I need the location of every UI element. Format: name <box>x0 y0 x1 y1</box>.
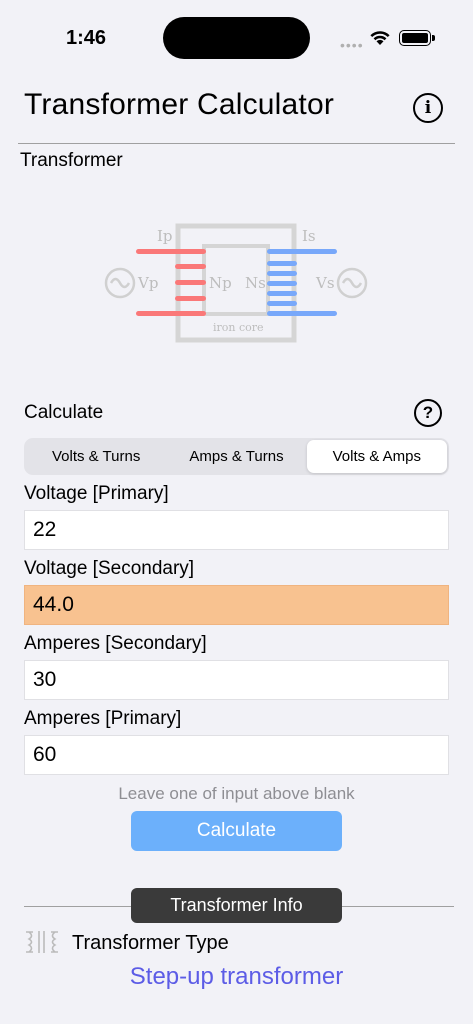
label-ns: Ns <box>245 274 266 292</box>
wifi-icon <box>370 31 390 45</box>
voltage-primary-field[interactable]: 22 <box>24 510 449 550</box>
tab-amps-turns[interactable]: Amps & Turns <box>166 440 306 473</box>
calculate-section-label: Calculate <box>24 402 104 423</box>
transformer-diagram: Ip Is Vp Vs Np Ns iron core <box>104 223 368 343</box>
secondary-coil-3 <box>267 281 297 286</box>
dynamic-island <box>163 17 310 59</box>
cellular-signal-icon: •••• <box>340 37 364 53</box>
transformer-section-title: Transformer <box>20 150 123 171</box>
battery-tip <box>432 35 435 41</box>
label-ip: Ip <box>157 227 173 245</box>
voltage-primary-label: Voltage [Primary] <box>24 483 169 504</box>
tab-volts-amps[interactable]: Volts & Amps <box>306 440 447 473</box>
label-iron-core: iron core <box>213 321 264 334</box>
primary-wire-bottom <box>136 311 206 316</box>
transformer-type-value: Step-up transformer <box>129 963 344 990</box>
secondary-wire-top <box>267 249 337 254</box>
title-divider <box>18 143 455 144</box>
mode-segmented-control: Volts & Turns Amps & Turns Volts & Amps <box>24 438 449 475</box>
amperes-secondary-field[interactable]: 30 <box>24 660 449 700</box>
transformer-info-tab[interactable]: Transformer Info <box>131 888 342 923</box>
primary-coil-3 <box>175 296 206 301</box>
secondary-wire-bottom <box>267 311 337 316</box>
secondary-coil-5 <box>267 301 297 306</box>
input-hint: Leave one of input above blank <box>118 784 355 803</box>
transformer-symbol-icon <box>26 931 58 953</box>
secondary-coil-1 <box>267 261 297 266</box>
status-time: 1:46 <box>66 27 107 49</box>
voltage-secondary-label: Voltage [Secondary] <box>24 558 195 579</box>
amperes-primary-label: Amperes [Primary] <box>24 708 182 729</box>
primary-coil-1 <box>175 264 206 269</box>
voltage-secondary-field[interactable]: 44.0 <box>24 585 449 625</box>
label-is: Is <box>302 227 316 245</box>
battery-icon <box>399 30 431 46</box>
tab-volts-turns[interactable]: Volts & Turns <box>26 440 166 473</box>
primary-coil-2 <box>175 280 206 285</box>
primary-wire-top <box>136 249 206 254</box>
label-vs: Vs <box>315 274 335 292</box>
calculate-button[interactable]: Calculate <box>131 811 342 851</box>
label-np: Np <box>209 274 232 292</box>
status-bar: 1:46 •••• <box>0 0 473 80</box>
info-icon[interactable]: i <box>413 93 443 123</box>
ac-source-secondary-icon <box>336 267 368 299</box>
page-title: Transformer Calculator <box>24 88 335 121</box>
ac-source-primary-icon <box>104 267 136 299</box>
secondary-coil-4 <box>267 291 297 296</box>
transformer-type-label: Transformer Type <box>72 932 229 954</box>
label-vp: Vp <box>137 274 158 292</box>
question-circle-icon[interactable]: ? <box>414 399 442 427</box>
secondary-coil-2 <box>267 271 297 276</box>
amperes-secondary-label: Amperes [Secondary] <box>24 633 207 654</box>
amperes-primary-field[interactable]: 60 <box>24 735 449 775</box>
